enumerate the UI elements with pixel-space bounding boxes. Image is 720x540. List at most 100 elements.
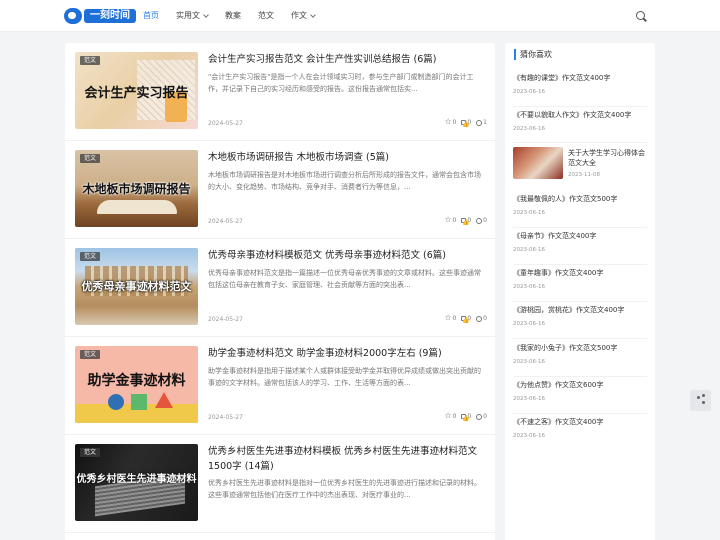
post-date: 2024-05-27	[208, 414, 243, 421]
logo-text: 一刻时间	[84, 9, 136, 23]
sidebar-item[interactable]: 《不速之客》作文范文400字 2023-06-16	[513, 417, 647, 451]
like-count[interactable]: 0	[461, 315, 471, 322]
chevron-down-icon	[203, 11, 209, 18]
sidebar-item[interactable]: 《我最敬佩的人》作文范文500字 2023-06-16	[513, 194, 647, 228]
sidebar-item-title[interactable]: 《为他点赞》作文范文600字	[513, 380, 647, 390]
search-icon[interactable]	[636, 11, 645, 20]
post-thumbnail[interactable]: 范文 优秀乡村医生先进事迹材料	[75, 444, 198, 521]
thumbs-up-icon	[461, 414, 467, 419]
sidebar-item[interactable]: 《我家的小兔子》作文范文500字 2023-06-16	[513, 343, 647, 377]
sidebar-item[interactable]: 《为他点赞》作文范文600字 2023-06-16	[513, 380, 647, 414]
post-title[interactable]: 会计生产实习报告范文 会计生产性实训总结报告 (6篇)	[208, 52, 483, 67]
comment-count[interactable]: 1	[476, 119, 487, 126]
post-excerpt: 优秀乡村医生先进事迹材料是指对一位优秀乡村医生的先进事迹进行描述和记录的材料。这…	[208, 479, 481, 499]
post-excerpt: 木地板市场调研报告是对木地板市场进行调查分析后所形成的报告文件，通常会包含市场的…	[208, 171, 481, 191]
comment-icon	[476, 119, 483, 126]
sidebar-item[interactable]: 《游桃园，赏桃花》作文范文400字 2023-06-16	[513, 305, 647, 339]
favorite-count[interactable]: 0	[445, 117, 457, 127]
sidebar-item[interactable]: 《童年趣事》作文范文400字 2023-06-16	[513, 268, 647, 302]
comment-icon	[476, 315, 483, 322]
list-item[interactable]: 范文 助学金事迹材料 助学金事迹材料范文 助学金事迹材料2000字左右 (9篇)…	[65, 337, 495, 435]
sidebar-item-title[interactable]: 《童年趣事》作文范文400字	[513, 268, 647, 278]
post-stats: 0 0 0	[435, 313, 487, 323]
sidebar-item-date: 2023-06-16	[513, 396, 545, 402]
list-item[interactable]: 范文 木地板市场调研报告 木地板市场调研报告 木地板市场调查 (5篇) 木地板市…	[65, 141, 495, 239]
list-item[interactable]: 范文 优秀母亲事迹材料范文 优秀母亲事迹材料模板范文 优秀母亲事迹材料范文 (6…	[65, 239, 495, 337]
favorite-count[interactable]: 0	[445, 215, 457, 225]
sidebar-item[interactable]: 《有趣的课堂》作文范文400字 2023-06-16	[513, 73, 647, 107]
comment-icon	[476, 217, 483, 224]
post-thumbnail[interactable]: 范文 助学金事迹材料	[75, 346, 198, 423]
thumbnail-caption: 助学金事迹材料	[87, 373, 186, 389]
category-badge: 范文	[80, 56, 101, 65]
list-item[interactable]: 范文 优秀乡村医生先进事迹材料 优秀乡村医生先进事迹材料模板 优秀乡村医生先进事…	[65, 435, 495, 533]
nav-item-templates[interactable]: 范文	[258, 0, 274, 32]
star-icon	[445, 313, 452, 322]
post-date: 2024-05-27	[208, 218, 243, 225]
sidebar-item-thumbnail[interactable]	[513, 147, 563, 179]
nav-item-home[interactable]: 首页	[143, 0, 159, 32]
sidebar-item-title[interactable]: 关于大学生学习心得体会范文大全	[568, 148, 650, 168]
category-badge: 范文	[80, 252, 101, 261]
sidebar-item-date: 2023-06-16	[513, 433, 545, 439]
thumbs-up-icon	[461, 218, 467, 223]
sidebar-item-title[interactable]: 《母亲节》作文范文400字	[513, 231, 647, 241]
sidebar-item-date: 2023-06-16	[513, 359, 545, 365]
list-item[interactable]: 范文 会计生产实习报告 会计生产实习报告范文 会计生产性实训总结报告 (6篇) …	[65, 43, 495, 141]
post-stats: 0 0 0	[435, 411, 487, 421]
post-excerpt: "会计生产实习报告"是指一个人在会计领域实习时，参与生产部门或制造部门的会计工作…	[208, 73, 474, 93]
chevron-down-icon	[310, 11, 316, 18]
thumbs-up-icon	[461, 120, 467, 125]
nav-item-essays[interactable]: 作文	[291, 0, 316, 32]
like-count[interactable]: 0	[461, 217, 471, 224]
sidebar-item[interactable]: 《不要以貌取人作文》作文范文400字 2023-06-16	[513, 110, 647, 143]
main-nav: 首页 实用文 教案 范文 作文	[143, 0, 332, 32]
sidebar-item-title[interactable]: 《不要以貌取人作文》作文范文400字	[513, 110, 647, 120]
sidebar-item-title[interactable]: 《不速之客》作文范文400字	[513, 417, 647, 427]
post-excerpt: 优秀母亲事迹材料范文是指一篇描述一位优秀母亲优秀事迹的文章或材料。这些事迹通常包…	[208, 269, 481, 289]
comment-count[interactable]: 0	[476, 315, 487, 322]
sidebar-item-title[interactable]: 《有趣的课堂》作文范文400字	[513, 73, 647, 83]
post-title[interactable]: 助学金事迹材料范文 助学金事迹材料2000字左右 (9篇)	[208, 346, 483, 361]
sidebar-item-date: 2023-06-16	[513, 126, 545, 132]
post-thumbnail[interactable]: 范文 会计生产实习报告	[75, 52, 198, 129]
nav-item-lesson-plans[interactable]: 教案	[225, 0, 241, 32]
logo-mark-icon	[64, 8, 82, 24]
favorite-count[interactable]: 0	[445, 411, 457, 421]
sidebar-item-title[interactable]: 《游桃园，赏桃花》作文范文400字	[513, 305, 647, 315]
nav-item-practical[interactable]: 实用文	[176, 0, 209, 32]
share-icon[interactable]	[690, 390, 711, 411]
comment-icon	[476, 413, 483, 420]
sidebar-item-date: 2023-06-16	[513, 321, 545, 327]
favorite-count[interactable]: 0	[445, 313, 457, 323]
star-icon	[445, 117, 452, 126]
post-thumbnail[interactable]: 范文 木地板市场调研报告	[75, 150, 198, 227]
post-stats: 0 0 1	[435, 117, 487, 127]
star-icon	[445, 215, 452, 224]
post-date: 2024-05-27	[208, 120, 243, 127]
thumbnail-caption: 会计生产实习报告	[84, 86, 189, 101]
sidebar-item-date: 2023-06-16	[513, 89, 545, 95]
sidebar-item-title[interactable]: 《我家的小兔子》作文范文500字	[513, 343, 647, 353]
comment-count[interactable]: 0	[476, 217, 487, 224]
sidebar-item[interactable]: 《母亲节》作文范文400字 2023-06-16	[513, 231, 647, 265]
post-title[interactable]: 优秀母亲事迹材料模板范文 优秀母亲事迹材料范文 (6篇)	[208, 248, 483, 263]
sidebar-item-date: 2023-06-16	[513, 284, 545, 290]
category-badge: 范文	[80, 154, 101, 163]
post-title[interactable]: 优秀乡村医生先进事迹材料模板 优秀乡村医生先进事迹材料范文1500字 (14篇)	[208, 444, 483, 474]
post-thumbnail[interactable]: 范文 优秀母亲事迹材料范文	[75, 248, 198, 325]
like-count[interactable]: 0	[461, 413, 471, 420]
sidebar-title: 猜你喜欢	[514, 49, 552, 60]
comment-count[interactable]: 0	[476, 413, 487, 420]
thumbnail-caption: 木地板市场调研报告	[82, 182, 191, 196]
sidebar-item-date: 2023-06-16	[513, 247, 545, 253]
post-title[interactable]: 木地板市场调研报告 木地板市场调查 (5篇)	[208, 150, 483, 165]
category-badge: 范文	[80, 350, 101, 359]
sidebar-item-date: 2023-06-16	[513, 210, 545, 216]
top-header: 一刻时间 首页 实用文 教案 范文 作文	[0, 0, 720, 32]
site-logo[interactable]: 一刻时间	[64, 7, 136, 25]
sidebar-item-title[interactable]: 《我最敬佩的人》作文范文500字	[513, 194, 647, 204]
like-count[interactable]: 0	[461, 119, 471, 126]
post-excerpt: 助学金事迹材料是指用于描述某个人或群体接受助学金并取得优异成绩或做出突出贡献的事…	[208, 367, 481, 387]
thumbnail-caption: 优秀母亲事迹材料范文	[81, 280, 192, 293]
